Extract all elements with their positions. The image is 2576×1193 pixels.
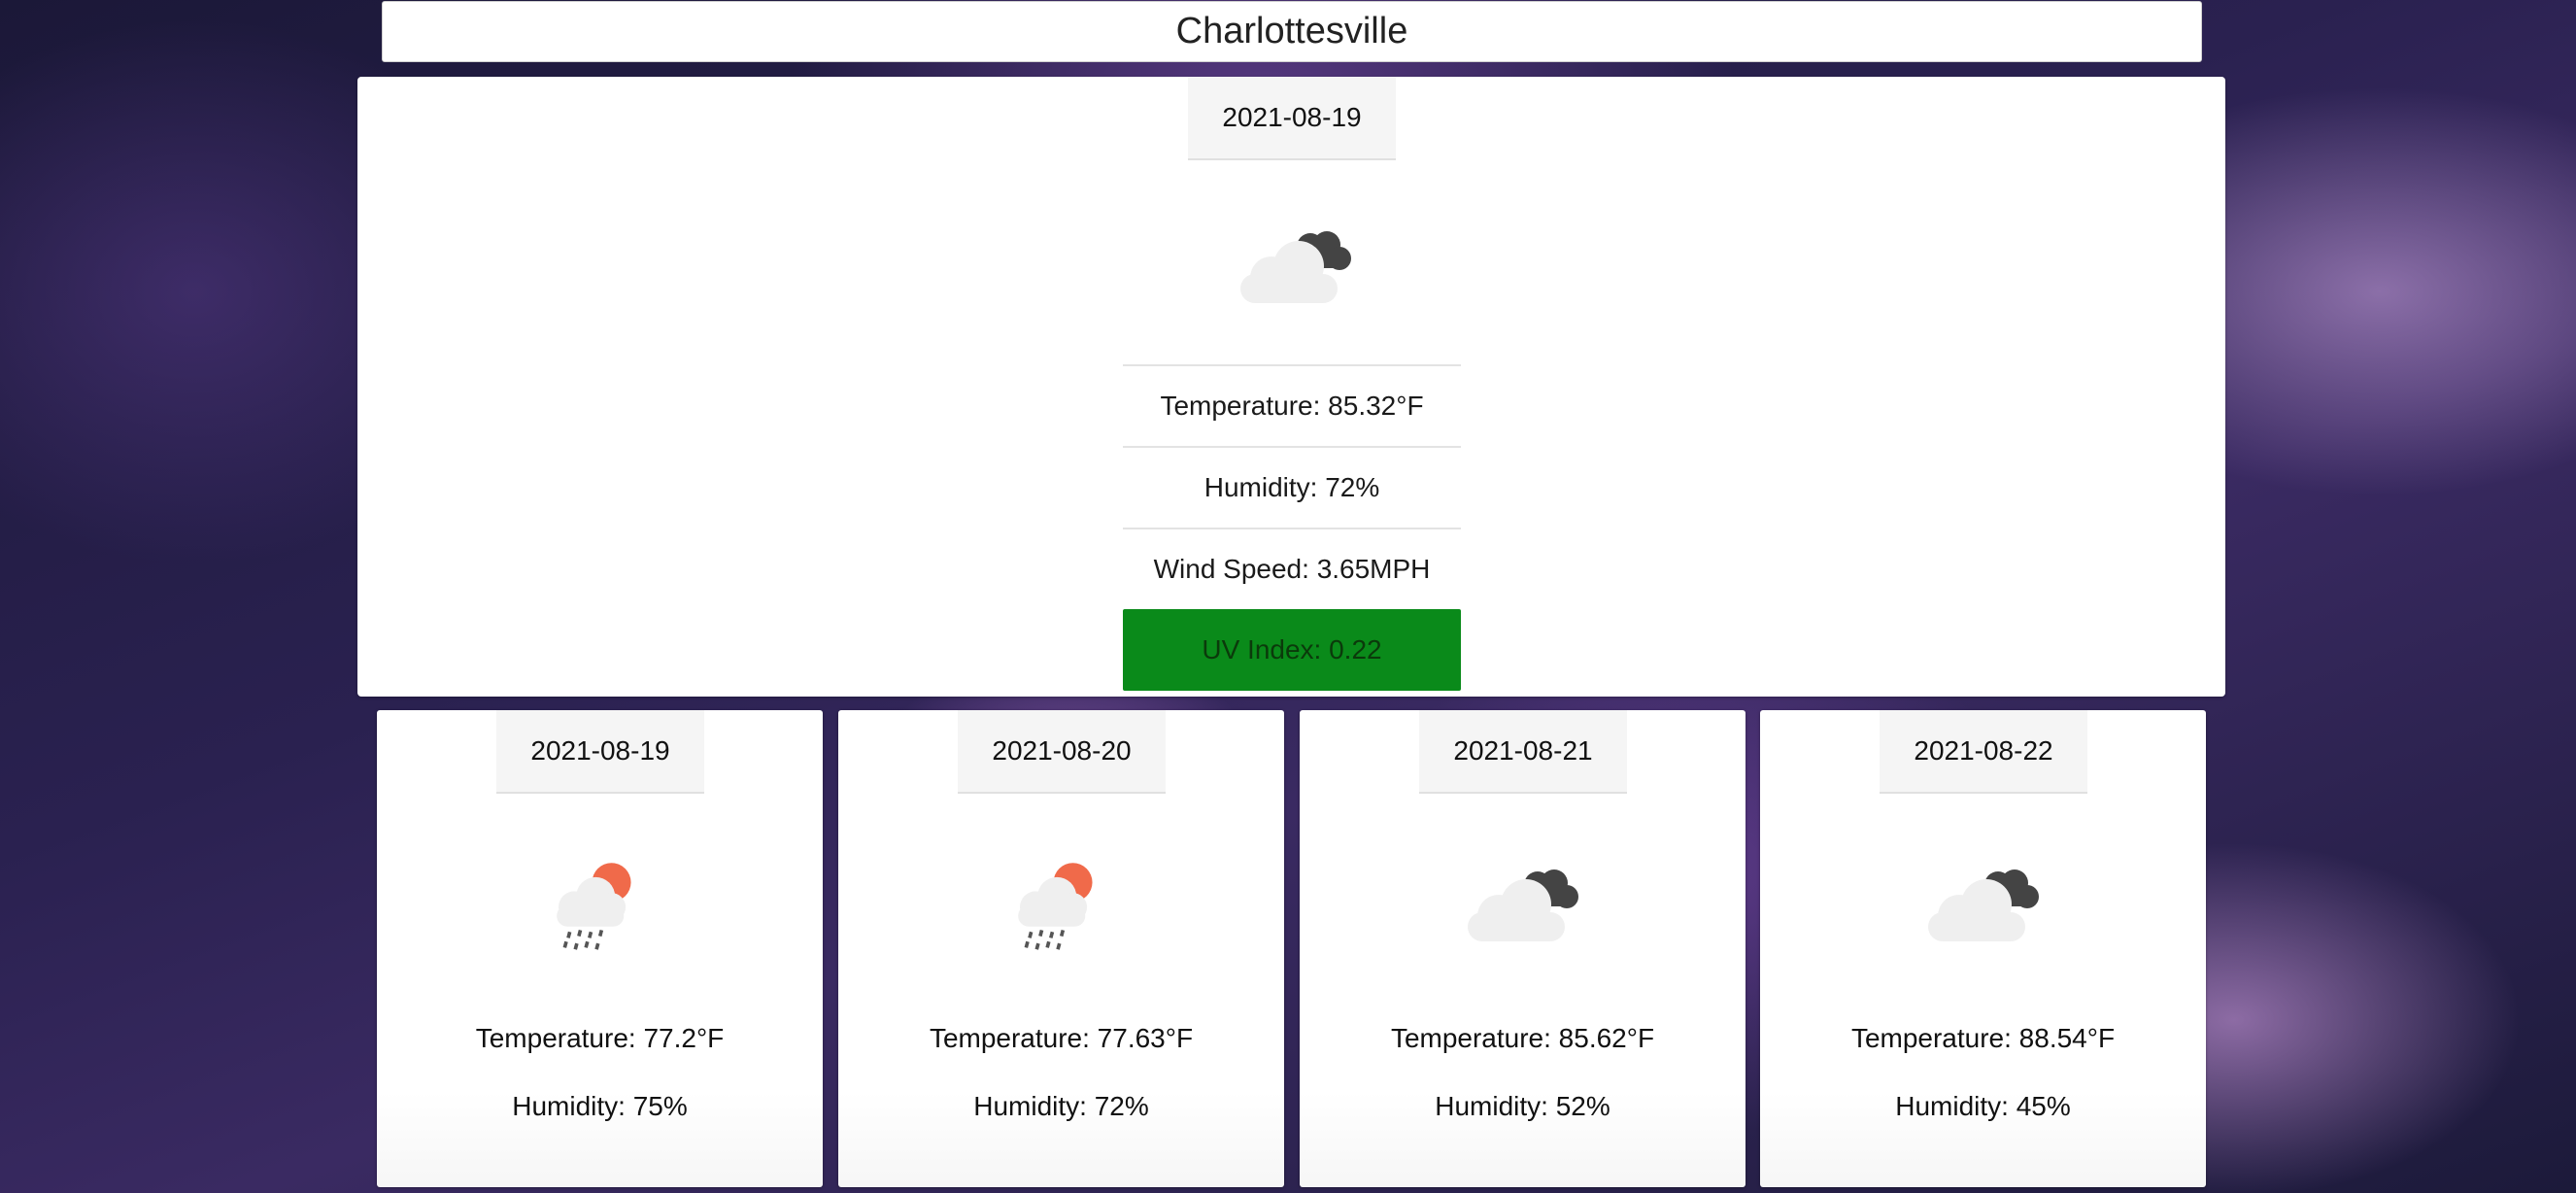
rain-sun-icon: [557, 863, 631, 950]
cloudy-night-icon: [1468, 869, 1578, 941]
city-header: Charlottesville: [382, 1, 2202, 62]
cloudy-night-icon: [1240, 231, 1351, 303]
forecast-date: 2021-08-21: [1419, 710, 1627, 794]
current-date: 2021-08-19: [1188, 77, 1396, 160]
forecast-temperature: Temperature: 85.62°F: [1390, 1023, 1655, 1053]
uv-index-badge: UV Index: 0.22: [1123, 609, 1461, 691]
forecast-card: 2021-08-20 Temperature: 77.63°F Humidity…: [838, 710, 1284, 1187]
forecast-date: 2021-08-20: [958, 710, 1166, 794]
forecast-date: 2021-08-19: [496, 710, 704, 794]
current-wind-speed: Wind Speed: 3.65MPH: [1123, 528, 1461, 609]
cloudy-night-icon: [1928, 869, 2039, 941]
current-stats: Temperature: 85.32°F Humidity: 72% Wind …: [1123, 364, 1461, 691]
current-temperature: Temperature: 85.32°F: [1123, 364, 1461, 446]
forecast-temperature: Temperature: 77.2°F: [475, 1023, 725, 1053]
forecast-card: 2021-08-22 Temperature: 88.54°F Humidity…: [1760, 710, 2206, 1187]
city-name: Charlottesville: [1175, 11, 1408, 51]
forecast-card: 2021-08-21 Temperature: 85.62°F Humidity…: [1300, 710, 1746, 1187]
forecast-humidity: Humidity: 45%: [1895, 1091, 2071, 1121]
forecast-date: 2021-08-22: [1880, 710, 2087, 794]
forecast-temperature: Temperature: 88.54°F: [1850, 1023, 2116, 1053]
forecast-humidity: Humidity: 72%: [973, 1091, 1149, 1121]
forecast-temperature: Temperature: 77.63°F: [929, 1023, 1194, 1053]
current-humidity: Humidity: 72%: [1123, 446, 1461, 528]
forecast-card: 2021-08-19 Temperature: 77.2°F Humidity:…: [377, 710, 823, 1187]
current-weather-card: 2021-08-19 Temperature: 85.32°F Humidity…: [357, 77, 2225, 697]
forecast-humidity: Humidity: 75%: [512, 1091, 688, 1121]
forecast-humidity: Humidity: 52%: [1435, 1091, 1610, 1121]
rain-sun-icon: [1018, 863, 1093, 950]
